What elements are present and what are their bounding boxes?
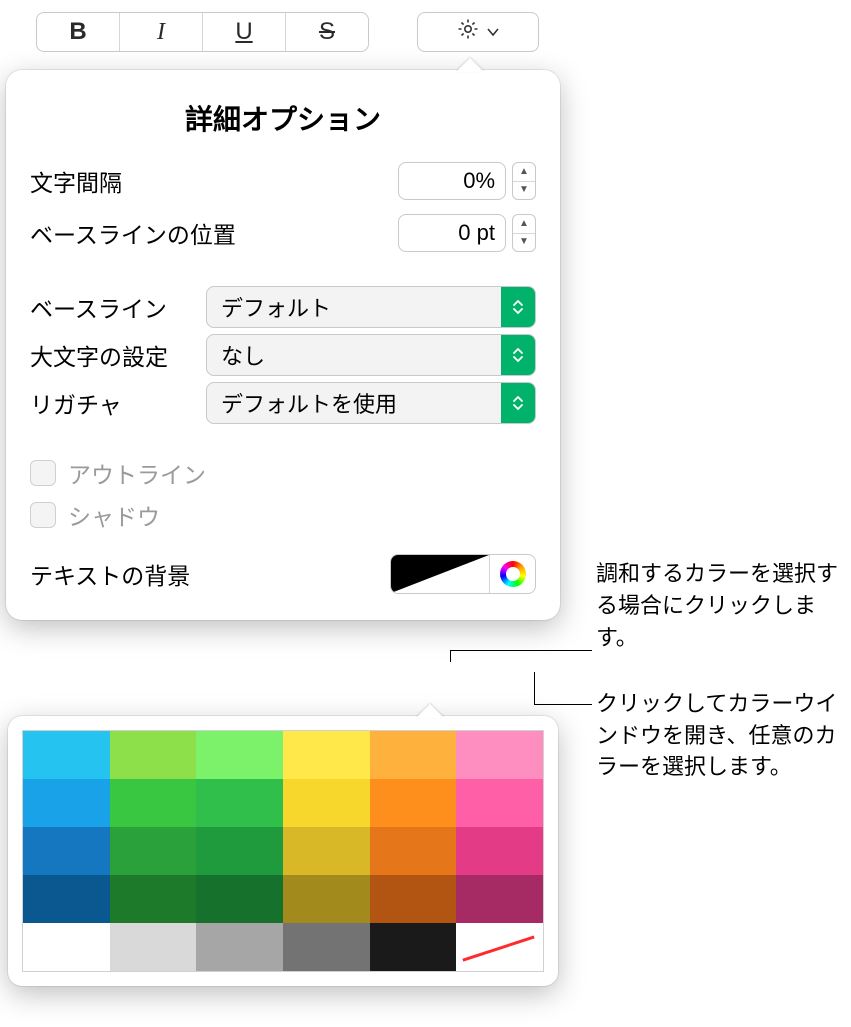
color-swatch[interactable] <box>110 875 197 923</box>
color-swatch[interactable] <box>370 875 457 923</box>
color-swatch[interactable] <box>456 731 543 779</box>
baseline-shift-value[interactable]: 0 pt <box>398 214 506 252</box>
color-swatch[interactable] <box>196 827 283 875</box>
shadow-label: シャドウ <box>68 498 160 532</box>
color-swatch[interactable] <box>370 923 457 971</box>
color-swatch[interactable] <box>196 779 283 827</box>
advanced-options-button[interactable] <box>417 12 539 52</box>
baseline-shift-stepper[interactable]: 0 pt ▲ ▼ <box>398 214 536 252</box>
shadow-checkbox[interactable] <box>30 502 56 528</box>
stepper-up-icon[interactable]: ▲ <box>513 163 535 182</box>
color-swatch[interactable] <box>23 875 110 923</box>
advanced-options-popover: 詳細オプション 文字間隔 0% ▲ ▼ ベースラインの位置 0 pt ▲ ▼ ベ… <box>6 70 560 620</box>
color-wheel-button[interactable] <box>489 555 535 593</box>
italic-button[interactable]: I <box>120 13 203 51</box>
outline-label: アウトライン <box>68 456 206 490</box>
char-spacing-value[interactable]: 0% <box>398 162 506 200</box>
color-swatch[interactable] <box>456 827 543 875</box>
ligature-dropdown[interactable]: デフォルトを使用 <box>206 382 536 424</box>
caps-dropdown[interactable]: なし <box>206 334 536 376</box>
color-swatch[interactable] <box>283 731 370 779</box>
chevron-down-icon <box>486 19 500 45</box>
text-style-toolbar: B I U S <box>36 12 539 52</box>
text-background-label: テキストの背景 <box>30 557 190 591</box>
baseline-shift-label: ベースラインの位置 <box>30 216 236 250</box>
baseline-label: ベースライン <box>30 290 167 324</box>
popover-title: 詳細オプション <box>30 98 536 138</box>
callout-leader <box>450 650 451 662</box>
char-spacing-arrows[interactable]: ▲ ▼ <box>512 162 536 200</box>
callout-leader <box>534 704 592 705</box>
gear-icon <box>456 17 480 47</box>
callout-wheel: クリックしてカラーウインドウを開き、任意のカラーを選択します。 <box>596 688 846 784</box>
color-swatch-button[interactable] <box>391 555 489 593</box>
baseline-dropdown-value: デフォルト <box>207 287 501 327</box>
strikethrough-button[interactable]: S <box>286 13 368 51</box>
callout-swatch: 調和するカラーを選択する場合にクリックします。 <box>596 558 846 654</box>
color-swatch[interactable] <box>23 923 110 971</box>
color-swatch[interactable] <box>370 731 457 779</box>
stepper-down-icon[interactable]: ▼ <box>513 182 535 200</box>
color-swatch[interactable] <box>196 875 283 923</box>
baseline-shift-arrows[interactable]: ▲ ▼ <box>512 214 536 252</box>
color-palette-popover <box>8 716 558 986</box>
bold-button[interactable]: B <box>37 13 120 51</box>
ligature-label: リガチャ <box>30 386 122 420</box>
color-swatch[interactable] <box>456 875 543 923</box>
color-swatch[interactable] <box>370 827 457 875</box>
color-swatch[interactable] <box>110 779 197 827</box>
color-swatch[interactable] <box>110 923 197 971</box>
dropdown-caret-icon <box>501 383 535 423</box>
char-spacing-stepper[interactable]: 0% ▲ ▼ <box>398 162 536 200</box>
color-swatch[interactable] <box>23 779 110 827</box>
baseline-dropdown[interactable]: デフォルト <box>206 286 536 328</box>
color-swatch[interactable] <box>283 779 370 827</box>
no-color-swatch[interactable] <box>456 923 543 971</box>
color-swatch[interactable] <box>110 731 197 779</box>
color-swatch[interactable] <box>110 827 197 875</box>
callout-leader <box>450 650 592 651</box>
callout-labels: 調和するカラーを選択する場合にクリックします。 クリックしてカラーウインドウを開… <box>596 558 846 817</box>
stepper-up-icon[interactable]: ▲ <box>513 215 535 234</box>
color-swatch[interactable] <box>456 779 543 827</box>
color-swatch[interactable] <box>283 875 370 923</box>
color-swatch[interactable] <box>196 731 283 779</box>
dropdown-caret-icon <box>501 287 535 327</box>
color-swatch[interactable] <box>283 827 370 875</box>
stepper-down-icon[interactable]: ▼ <box>513 234 535 252</box>
caps-label: 大文字の設定 <box>30 338 168 372</box>
color-wheel-icon <box>500 561 526 587</box>
color-swatch[interactable] <box>23 731 110 779</box>
style-segmented-control: B I U S <box>36 12 369 52</box>
callout-leader <box>534 672 535 704</box>
dropdown-caret-icon <box>501 335 535 375</box>
ligature-dropdown-value: デフォルトを使用 <box>207 383 501 423</box>
color-grid <box>22 730 544 972</box>
text-background-colorwell <box>390 554 536 594</box>
caps-dropdown-value: なし <box>207 335 501 375</box>
color-swatch[interactable] <box>23 827 110 875</box>
char-spacing-label: 文字間隔 <box>30 164 122 198</box>
outline-checkbox[interactable] <box>30 460 56 486</box>
color-swatch[interactable] <box>283 923 370 971</box>
color-swatch[interactable] <box>196 923 283 971</box>
color-swatch[interactable] <box>370 779 457 827</box>
underline-button[interactable]: U <box>203 13 286 51</box>
